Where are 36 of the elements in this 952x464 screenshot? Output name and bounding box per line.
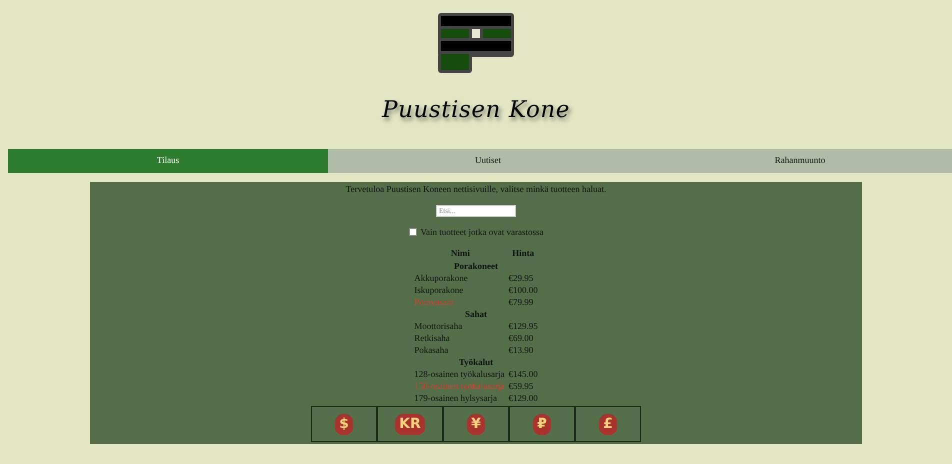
category-heading: Työkalut (458, 356, 494, 366)
nav-tab[interactable]: Uutiset (328, 149, 648, 173)
product-name: 179-osainen hylsysarja (414, 392, 497, 402)
product-price: €129.00 (508, 392, 538, 402)
product-name: Poravasara (414, 296, 454, 306)
product-name: 150-osainen työkalusarja (414, 380, 504, 390)
welcome-text: Tervetuloa Puustisen Koneen nettisivuille, valitse minkä tuotteen haluat. (346, 183, 606, 196)
currency-button[interactable]: ¥ (443, 406, 509, 442)
currency-button[interactable]: ₽ (509, 406, 575, 442)
stock-filter-label: Vain tuotteet jotka ovat varastossa (420, 226, 544, 239)
product-price: €29.95 (508, 272, 534, 282)
currency-button[interactable]: $ (311, 406, 377, 442)
product-name: 128-osainen työkalusarja (414, 368, 504, 378)
product-name: Retkisaha (414, 332, 450, 342)
column-header: Hinta (512, 248, 534, 258)
column-header: Nimi (450, 248, 470, 258)
stock-checkbox[interactable] (408, 228, 417, 236)
nav-tab[interactable]: Tilaus (8, 149, 328, 173)
category-heading: Sahat (464, 308, 487, 318)
currency-button[interactable]: KR (377, 406, 443, 442)
product-price: €13.90 (508, 344, 534, 354)
product-name: Moottorisaha (414, 320, 462, 330)
product-name: Akkuporakone (414, 272, 468, 282)
site-title: Puustisen Kone (382, 96, 570, 125)
product-price: €145.00 (508, 368, 538, 378)
product-price: €79.99 (508, 296, 534, 306)
logo-icon (438, 13, 514, 73)
product-price: €69.00 (508, 332, 534, 342)
nav-tab[interactable]: Rahanmuunto (648, 149, 952, 173)
product-name: Iskuporakone (414, 284, 464, 294)
product-price: €129.95 (508, 320, 538, 330)
product-price: €59.95 (508, 380, 534, 390)
category-heading: Porakoneet (454, 260, 498, 270)
product-name: Pokasaha (414, 344, 448, 354)
product-price: €100.00 (508, 284, 538, 294)
currency-button[interactable]: £ (575, 406, 641, 442)
